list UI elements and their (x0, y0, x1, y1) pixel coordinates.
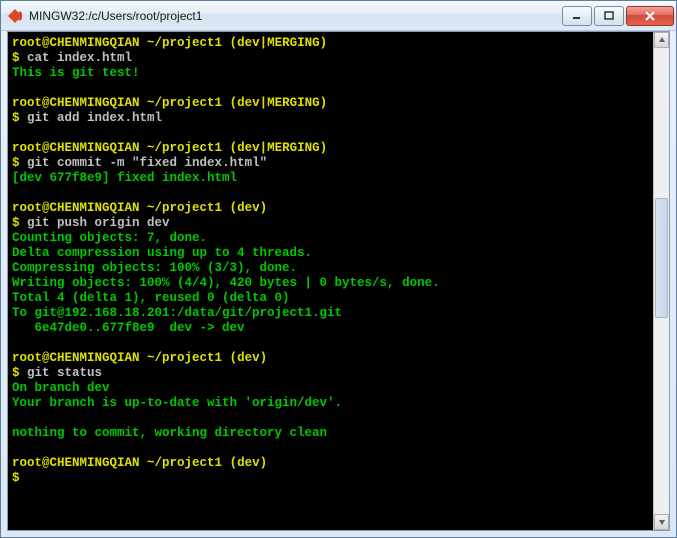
prompt-user: root@CHENMINGQIAN (12, 201, 140, 215)
out-push5: Total 4 (delta 1), reused 0 (delta 0) (12, 291, 290, 305)
prompt-path: ~/project1 (147, 201, 222, 215)
prompt-user: root@CHENMINGQIAN (12, 351, 140, 365)
out-status1: On branch dev (12, 381, 110, 395)
out-status3: nothing to commit, working directory cle… (12, 426, 327, 440)
cmd-push: git push origin dev (27, 216, 170, 230)
prompt-dollar: $ (12, 216, 20, 230)
titlebar[interactable]: MINGW32:/c/Users/root/project1 (1, 1, 676, 31)
prompt-path: ~/project1 (147, 36, 222, 50)
app-icon (7, 8, 23, 24)
out-push7: 6e47de0..677f8e9 dev -> dev (12, 321, 245, 335)
prompt-user: root@CHENMINGQIAN (12, 36, 140, 50)
scroll-up-button[interactable] (654, 32, 669, 48)
prompt-branch: (dev|MERGING) (230, 36, 328, 50)
out-status2: Your branch is up-to-date with 'origin/d… (12, 396, 342, 410)
scroll-track[interactable] (654, 48, 669, 514)
out-push6: To git@192.168.18.201:/data/git/project1… (12, 306, 342, 320)
cmd-commit: git commit -m "fixed index.html" (27, 156, 267, 170)
terminal[interactable]: root@CHENMINGQIAN ~/project1 (dev|MERGIN… (8, 32, 653, 530)
cmd-status: git status (27, 366, 102, 380)
out-push1: Counting objects: 7, done. (12, 231, 207, 245)
prompt-branch: (dev) (230, 351, 268, 365)
prompt-path: ~/project1 (147, 96, 222, 110)
prompt-dollar: $ (12, 366, 20, 380)
prompt-user: root@CHENMINGQIAN (12, 456, 140, 470)
out-push3: Compressing objects: 100% (3/3), done. (12, 261, 297, 275)
prompt-branch: (dev) (230, 201, 268, 215)
minimize-button[interactable] (562, 6, 592, 26)
prompt-branch: (dev) (230, 456, 268, 470)
maximize-button[interactable] (594, 6, 624, 26)
scroll-thumb[interactable] (655, 198, 668, 318)
scroll-down-button[interactable] (654, 514, 669, 530)
window-title: MINGW32:/c/Users/root/project1 (29, 9, 562, 23)
out-push4: Writing objects: 100% (4/4), 420 bytes |… (12, 276, 440, 290)
prompt-user: root@CHENMINGQIAN (12, 96, 140, 110)
cmd-add: git add index.html (27, 111, 162, 125)
prompt-path: ~/project1 (147, 456, 222, 470)
prompt-dollar: $ (12, 471, 20, 485)
vertical-scrollbar[interactable] (653, 32, 669, 530)
cmd-cat: cat index.html (27, 51, 132, 65)
prompt-path: ~/project1 (147, 351, 222, 365)
prompt-branch: (dev|MERGING) (230, 141, 328, 155)
out-push2: Delta compression using up to 4 threads. (12, 246, 312, 260)
prompt-dollar: $ (12, 51, 20, 65)
out-cat: This is git test! (12, 66, 140, 80)
app-window: MINGW32:/c/Users/root/project1 root@CHEN… (0, 0, 677, 538)
close-button[interactable] (626, 6, 674, 26)
prompt-path: ~/project1 (147, 141, 222, 155)
prompt-dollar: $ (12, 111, 20, 125)
prompt-dollar: $ (12, 156, 20, 170)
out-commit: [dev 677f8e9] fixed index.html (12, 171, 237, 185)
window-controls (562, 6, 674, 26)
prompt-user: root@CHENMINGQIAN (12, 141, 140, 155)
client-area: root@CHENMINGQIAN ~/project1 (dev|MERGIN… (7, 31, 670, 531)
prompt-branch: (dev|MERGING) (230, 96, 328, 110)
